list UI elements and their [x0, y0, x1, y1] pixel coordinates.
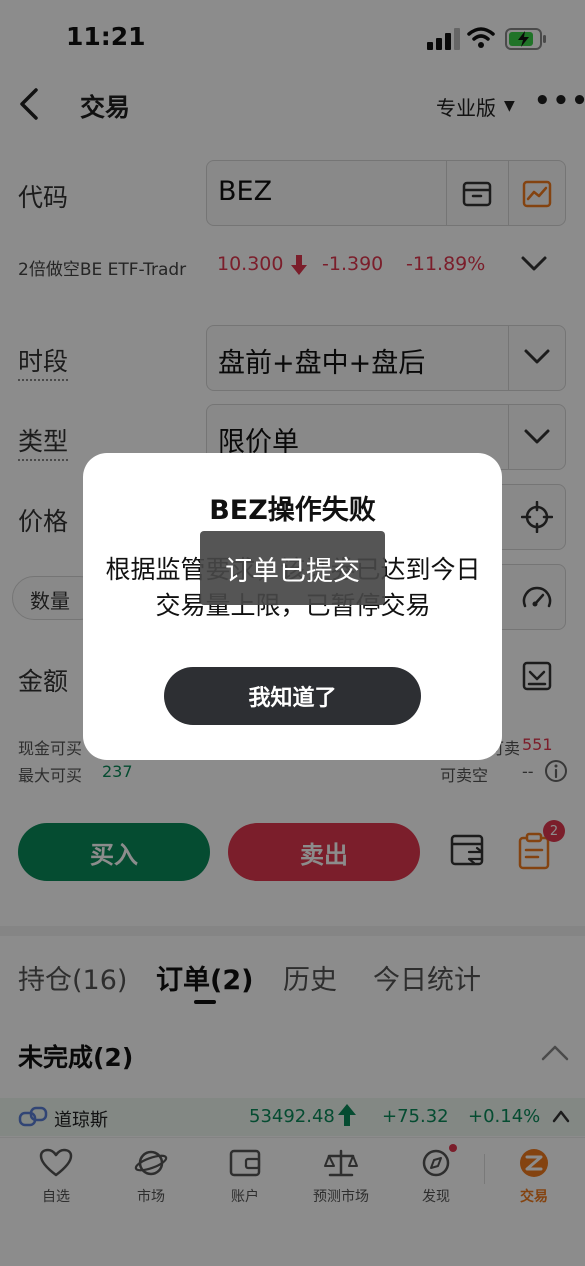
acknowledge-button[interactable]: 我知道了	[164, 667, 421, 725]
order-submitted-toast: 订单已提交	[200, 531, 385, 605]
dialog-title: BEZ操作失败	[209, 495, 376, 526]
